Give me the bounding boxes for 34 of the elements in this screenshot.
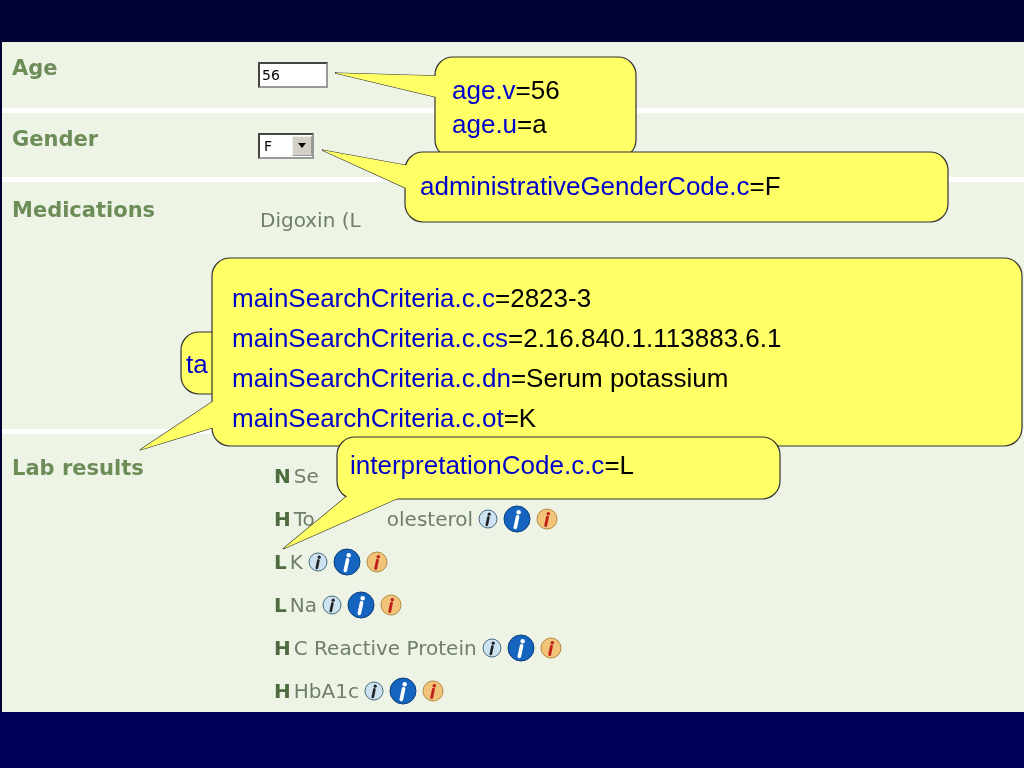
- caret-icon: [297, 142, 307, 149]
- info-icon[interactable]: [503, 504, 532, 533]
- gender-select[interactable]: F: [258, 132, 314, 159]
- callout-text: mainSearchCriteria.c.c=2823-3: [232, 282, 593, 315]
- lab-result: olesterol: [386, 506, 474, 531]
- info-icon[interactable]: [332, 547, 361, 576]
- medication-name: Digoxin (L: [260, 207, 361, 232]
- info-icon[interactable]: [321, 594, 342, 615]
- info-icon[interactable]: [478, 508, 499, 529]
- lab-result: LK: [274, 549, 303, 574]
- callout-text: ta: [186, 348, 208, 381]
- field-label: Lab results: [11, 455, 145, 480]
- info-icon[interactable]: [506, 633, 535, 662]
- callout-text: age.v=56: [452, 74, 560, 107]
- age-field[interactable]: 56: [258, 62, 328, 88]
- callout-text: age.u=a: [452, 108, 548, 141]
- callout-text: mainSearchCriteria.c.ot=K: [232, 402, 538, 435]
- field-label: Medications: [11, 196, 157, 222]
- info-icon[interactable]: [363, 680, 384, 701]
- lab-result: H C Reactive Protein: [274, 635, 477, 660]
- lab-result: H HbA1c: [274, 678, 359, 703]
- callout-text: mainSearchCriteria.c.cs=2.16.840.1.113883.6.1: [232, 322, 782, 355]
- info-icon[interactable]: [388, 676, 417, 705]
- lab-result: N Se: [274, 463, 319, 488]
- callout-text: mainSearchCriteria.c.dn=Serum potassium: [232, 362, 730, 395]
- info-icon[interactable]: [481, 637, 502, 658]
- callout-text: administrativeGenderCode.c=F: [420, 170, 781, 203]
- field-label: Age: [11, 55, 59, 80]
- lab-result: LNa: [274, 592, 317, 617]
- field-label: Gender: [11, 125, 100, 151]
- lab-result: HTo: [274, 506, 315, 531]
- info-icon[interactable]: [307, 551, 328, 572]
- info-icon[interactable]: [346, 590, 375, 619]
- callout-text: interpretationCode.c.c=L: [350, 449, 635, 482]
